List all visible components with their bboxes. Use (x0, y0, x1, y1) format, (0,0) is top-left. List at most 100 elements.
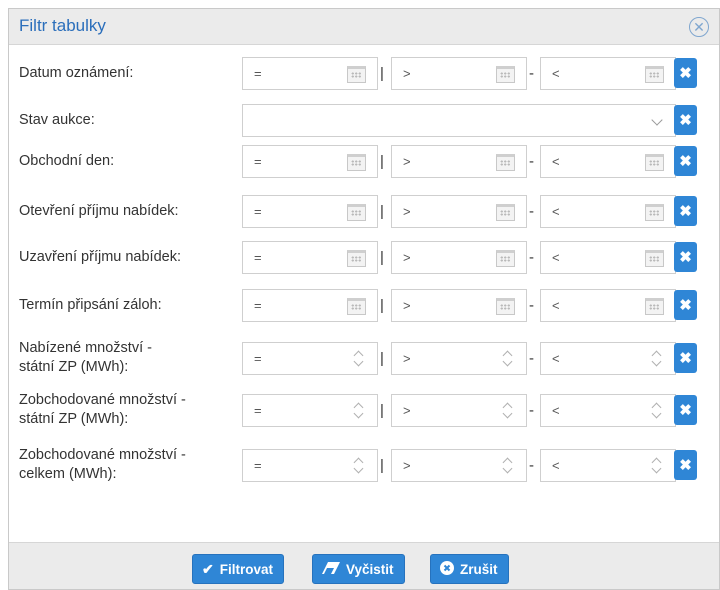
greater-than-field[interactable]: > (391, 394, 527, 427)
calendar-icon[interactable] (347, 66, 366, 83)
less-than-field[interactable]: < (540, 342, 676, 375)
equals-field[interactable]: = (242, 241, 378, 274)
filter-row-label-line: Termín připsání záloh: (19, 297, 162, 313)
operator-text: > (403, 351, 411, 366)
operator-text: < (552, 298, 560, 313)
greater-than-field[interactable]: > (391, 241, 527, 274)
greater-than-field[interactable]: > (391, 342, 527, 375)
cancel-button[interactable]: Zrušit (430, 554, 509, 584)
calendar-icon[interactable] (645, 204, 664, 221)
separator-pipe: | (380, 65, 384, 82)
spinner-arrows-icon[interactable] (502, 456, 514, 476)
operator-text: = (254, 403, 262, 418)
spinner-arrows-icon[interactable] (353, 401, 365, 421)
separator-pipe: | (380, 457, 384, 474)
equals-field[interactable]: = (242, 342, 378, 375)
filter-row: Zobchodované množství - celkem (MWh): = > < |… (9, 447, 719, 489)
equals-field[interactable]: = (242, 394, 378, 427)
calendar-icon[interactable] (347, 250, 366, 267)
less-than-field[interactable]: < (540, 289, 676, 322)
separator-dash: - (529, 457, 534, 474)
greater-than-field[interactable]: > (391, 449, 527, 482)
calendar-icon[interactable] (496, 250, 515, 267)
operator-text: = (254, 298, 262, 313)
equals-field[interactable]: = (242, 449, 378, 482)
clear-row-button[interactable]: ✖ (674, 196, 697, 226)
separator-pipe: | (380, 402, 384, 419)
clear-row-button[interactable]: ✖ (674, 242, 697, 272)
spinner-arrows-icon[interactable] (651, 456, 663, 476)
separator-dash: - (529, 153, 534, 170)
filter-row-label-line: Stav aukce: (19, 112, 95, 128)
calendar-icon[interactable] (496, 204, 515, 221)
filter-row-label-line: Datum oznámení: (19, 65, 134, 81)
clear-all-button[interactable]: Vyčistit (312, 554, 405, 584)
clear-row-button[interactable]: ✖ (674, 105, 697, 135)
x-icon: ✖ (679, 297, 692, 314)
greater-than-field[interactable]: > (391, 57, 527, 90)
spinner-arrows-icon[interactable] (651, 349, 663, 369)
separator-pipe: | (380, 350, 384, 367)
clear-row-button[interactable]: ✖ (674, 395, 697, 425)
spinner-arrows-icon[interactable] (502, 401, 514, 421)
greater-than-field[interactable]: > (391, 145, 527, 178)
less-than-field[interactable]: < (540, 394, 676, 427)
calendar-icon[interactable] (645, 250, 664, 267)
separator-dash: - (529, 65, 534, 82)
filter-button[interactable]: ✔ Filtrovat (192, 554, 284, 584)
spinner-arrows-icon[interactable] (353, 456, 365, 476)
calendar-icon[interactable] (496, 66, 515, 83)
filter-row-label-line: Zobchodované množství - (19, 447, 186, 463)
calendar-icon[interactable] (496, 298, 515, 315)
operator-text: > (403, 298, 411, 313)
filter-row-label-line: Nabízené množství - (19, 340, 152, 356)
clear-row-button[interactable]: ✖ (674, 450, 697, 480)
operator-text: < (552, 154, 560, 169)
spinner-arrows-icon[interactable] (502, 349, 514, 369)
x-icon: ✖ (679, 112, 692, 129)
calendar-icon[interactable] (347, 204, 366, 221)
clear-row-button[interactable]: ✖ (674, 290, 697, 320)
less-than-field[interactable]: < (540, 241, 676, 274)
operator-text: > (403, 204, 411, 219)
dialog-title: Filtr tabulky (19, 16, 106, 35)
equals-field[interactable]: = (242, 57, 378, 90)
x-icon: ✖ (679, 65, 692, 82)
spinner-arrows-icon[interactable] (353, 349, 365, 369)
clear-row-button[interactable]: ✖ (674, 343, 697, 373)
x-icon: ✖ (679, 249, 692, 266)
greater-than-field[interactable]: > (391, 195, 527, 228)
operator-text: > (403, 66, 411, 81)
filter-row: Nabízené množství - státní ZP (MWh): = > < | -… (9, 340, 719, 382)
calendar-icon[interactable] (645, 66, 664, 83)
calendar-icon[interactable] (496, 154, 515, 171)
equals-field[interactable]: = (242, 145, 378, 178)
calendar-icon[interactable] (645, 154, 664, 171)
eraser-icon (322, 561, 340, 577)
greater-than-field[interactable]: > (391, 289, 527, 322)
operator-text: < (552, 351, 560, 366)
calendar-icon[interactable] (645, 298, 664, 315)
operator-text: = (254, 458, 262, 473)
operator-text: < (552, 403, 560, 418)
less-than-field[interactable]: < (540, 57, 676, 90)
close-circle-icon[interactable]: ✕ (689, 17, 709, 37)
operator-text: < (552, 204, 560, 219)
less-than-field[interactable]: < (540, 195, 676, 228)
clear-row-button[interactable]: ✖ (674, 58, 697, 88)
auction-state-select[interactable] (242, 104, 676, 137)
operator-text: > (403, 403, 411, 418)
calendar-icon[interactable] (347, 298, 366, 315)
clear-row-button[interactable]: ✖ (674, 146, 697, 176)
less-than-field[interactable]: < (540, 449, 676, 482)
chevron-down-icon (651, 114, 663, 126)
calendar-icon[interactable] (347, 154, 366, 171)
less-than-field[interactable]: < (540, 145, 676, 178)
equals-field[interactable]: = (242, 195, 378, 228)
operator-text: < (552, 66, 560, 81)
filter-row-label: Stav aukce: (19, 111, 243, 130)
equals-field[interactable]: = (242, 289, 378, 322)
spinner-arrows-icon[interactable] (651, 401, 663, 421)
separator-pipe: | (380, 249, 384, 266)
operator-text: > (403, 458, 411, 473)
